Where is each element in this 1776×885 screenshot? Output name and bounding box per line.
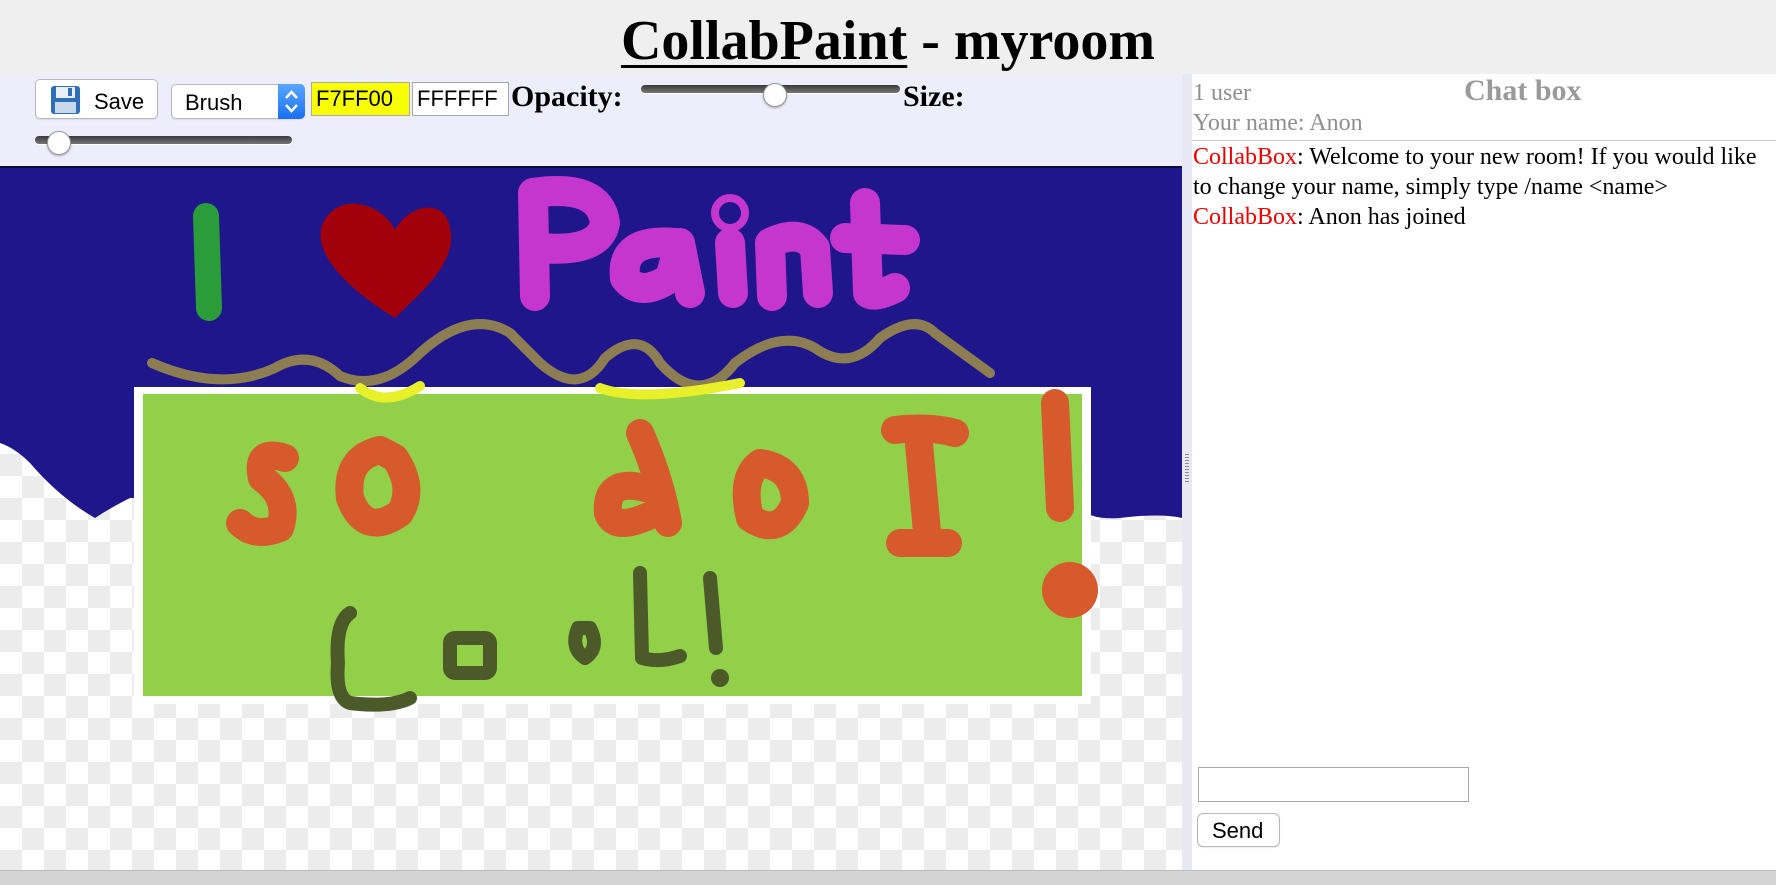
drawing-canvas[interactable] (0, 166, 1182, 872)
chat-message: CollabBox: Welcome to your new room! If … (1193, 142, 1773, 202)
message-text: : Anon has joined (1297, 204, 1466, 230)
message-sender: CollabBox (1193, 204, 1298, 230)
canvas-painting (0, 168, 1182, 712)
exclamation-dot-stroke (1042, 562, 1098, 618)
your-name: Your name: Anon (1193, 110, 1363, 136)
bottom-scrollbar[interactable] (0, 870, 1776, 885)
send-button[interactable]: Send (1197, 813, 1280, 847)
cool-exclamation-dot (711, 669, 729, 687)
updown-arrows-icon (278, 84, 305, 119)
floppy-disk-icon (51, 86, 80, 114)
room-name: - myroom (907, 10, 1156, 72)
message-sender: CollabBox (1193, 144, 1298, 170)
opacity-label: Opacity: (511, 80, 623, 113)
chat-title: Chat box (1464, 74, 1582, 107)
chat-divider (1192, 140, 1776, 141)
size-slider[interactable] (35, 136, 292, 144)
primary-color-input[interactable]: F7FF00 (311, 82, 410, 116)
save-label: Save (94, 89, 145, 114)
panel-splitter[interactable] (1182, 74, 1192, 870)
letter-i-stroke (193, 203, 222, 321)
tool-select-value: Brush (185, 90, 243, 115)
send-label: Send (1212, 818, 1264, 843)
page-title: CollabPaint - myroom (0, 6, 1776, 76)
save-button[interactable]: Save (35, 79, 158, 119)
size-slider-thumb[interactable] (46, 131, 71, 155)
tool-select[interactable]: Brush (171, 84, 305, 119)
secondary-color-input[interactable]: FFFFFF (412, 82, 509, 116)
opacity-slider-thumb[interactable] (763, 83, 788, 107)
size-label: Size: (903, 80, 965, 113)
toolbar: Save Brush F7FF00 FFFFFF Opacity: Size: (0, 74, 1182, 166)
chat-message: CollabBox: Anon has joined (1193, 202, 1773, 232)
chat-messages: CollabBox: Welcome to your new room! If … (1193, 142, 1773, 232)
user-count: 1 user (1193, 80, 1251, 106)
app-name-link[interactable]: CollabPaint (621, 10, 907, 72)
chat-input[interactable] (1198, 767, 1469, 802)
chat-panel: 1 user Chat box Your name: Anon CollabBo… (1192, 74, 1776, 870)
splitter-grip[interactable] (1185, 454, 1189, 484)
